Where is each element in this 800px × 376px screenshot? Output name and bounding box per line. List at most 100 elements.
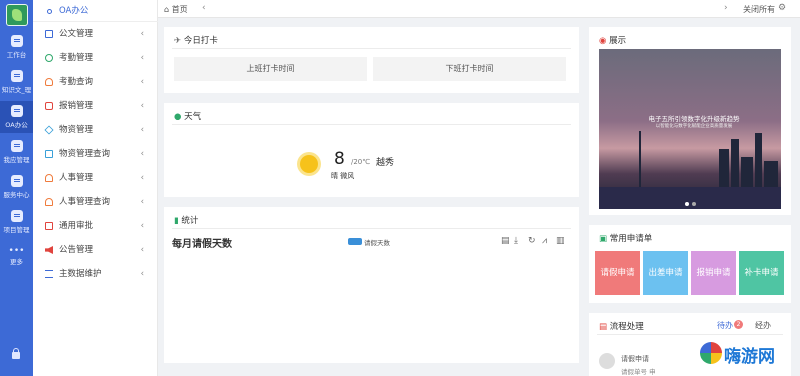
legend-swatch[interactable] [348,238,362,245]
rail-item-oa[interactable]: OA办公 [0,101,33,133]
money-icon [45,102,53,110]
temperature-range: /20℃ [351,158,371,166]
bar-chart-icon: ▮ [174,216,179,226]
tab-home[interactable]: ⌂ 首页 [164,4,188,15]
home-icon: ⌂ [164,5,170,14]
person-search-icon [45,198,53,206]
menu-item-hr[interactable]: 人事管理 ‹ [33,167,158,189]
chevron-left-icon: ‹ [140,269,144,279]
avatar [599,353,615,369]
divider [33,21,158,22]
todo-count-badge: 2 [734,320,743,329]
chevron-left-icon: ‹ [140,221,144,231]
chevron-left-icon: ‹ [140,125,144,135]
more-icon: ••• [8,246,25,256]
menu-item-supplies[interactable]: 物资管理 ‹ [33,119,158,141]
rail-item-more[interactable]: ••• 更多 [0,244,33,276]
divider [597,334,783,335]
menu-item-master-data[interactable]: 主数据维护 ‹ [33,263,158,285]
leave-apply-button[interactable]: 请假申请 [595,251,640,295]
lock-icon[interactable] [12,348,20,359]
menu-item-reimburse[interactable]: 报销管理 ‹ [33,95,158,117]
showcase-headline: 电子五所引领数字化升级新趋势 [648,115,740,123]
menu-item-attendance-query[interactable]: 考勤查询 ‹ [33,71,158,93]
rail-item-workbench[interactable]: 工作台 [0,31,33,63]
card-title: ▣ 常用申请单 [599,234,653,244]
chevron-left-icon: ‹ [140,101,144,111]
project-icon [10,210,23,222]
line-chart-icon[interactable]: ⩘ [542,236,547,246]
rail-item-manage[interactable]: 我应管理 [0,136,33,168]
approve-icon [45,222,53,230]
carousel-dot[interactable] [692,202,696,206]
box-search-icon [45,150,53,158]
divider [172,124,571,125]
menu-item-supplies-query[interactable]: 物资管理查询 ‹ [33,143,158,165]
trip-apply-button[interactable]: 出差申请 [643,251,688,295]
tab-scroll-right-button[interactable]: › [724,3,728,13]
send-icon: ✈ [174,36,182,46]
menu-item-approval[interactable]: 通用审批 ‹ [33,215,158,237]
process-item-title[interactable]: 请假申请 [621,354,649,364]
rail-item-service[interactable]: 服务中心 [0,171,33,203]
showcase-subtitle: 以智能化与数字化赋能企业高质量发展 [655,124,733,129]
clock-in-card: ✈ 今日打卡 上班打卡时间 下班打卡时间 [164,27,579,93]
rail-item-knowledge[interactable]: 知识文_理 [0,66,33,98]
tab-done[interactable]: 经办 [755,320,771,331]
building [731,139,739,187]
refresh-icon[interactable]: ↻ [528,236,536,246]
eye-icon: ◉ [599,36,607,46]
showcase-card: ◉ 展示 电子五所引领数字化升级新趋势 以智能化与数字化赋能企业高质量发展 [589,27,791,215]
carousel-dot[interactable] [685,202,689,206]
dot-icon [47,9,52,14]
clock-icon [45,54,53,62]
building [719,149,729,187]
person-icon [45,174,53,182]
clock-fix-apply-button[interactable]: 补卡申请 [739,251,784,295]
close-all-button[interactable]: 关闭所有 [743,4,775,15]
menu-item-notice[interactable]: 公告管理 ‹ [33,239,158,261]
chevron-left-icon: ‹ [140,29,144,39]
common-apps-card: ▣ 常用申请单 请假申请 出差申请 报销申请 补卡申请 [589,225,791,303]
menu-item-attendance[interactable]: 考勤管理 ‹ [33,47,158,69]
chart-title: 每月请假天数 [172,239,232,250]
download-icon[interactable]: ⤓ [514,236,518,246]
watermark-logo-icon [700,342,722,364]
card-title: ▮ 统计 [174,216,199,226]
tower [639,131,641,187]
card-title: ● 天气 [174,112,202,122]
data-view-icon[interactable]: ▤ [501,236,510,246]
bar-chart-switch-icon[interactable]: ▥ [556,236,565,246]
temperature: 8 [334,149,345,169]
card-title: ✈ 今日打卡 [174,36,218,46]
side-menu: OA办公 公文管理 ‹ 考勤管理 ‹ 考勤查询 ‹ 报销管理 ‹ 物资管理 ‹ 物资管理查… [33,0,158,376]
flow-icon: ▤ [599,322,608,332]
chevron-left-icon: ‹ [140,245,144,255]
menu-item-hr-query[interactable]: 人事管理查询 ‹ [33,191,158,213]
tab-bar: ⌂ 首页 ‹ › 关闭所有 ⚙ [158,0,800,18]
rail-item-project[interactable]: 项目管理 [0,206,33,238]
gear-icon[interactable]: ⚙ [778,3,786,13]
data-icon [45,270,53,278]
box-icon [44,125,54,135]
chevron-left-icon: ‹ [140,149,144,159]
location-icon: ● [174,112,182,122]
watermark-text: 嗨游网 [724,347,775,367]
showcase-image[interactable]: 电子五所引领数字化升级新趋势 以智能化与数字化赋能企业高质量发展 [599,49,781,209]
building [741,157,753,187]
weather-desc: 晴 微风 [331,172,355,180]
menu-item-document[interactable]: 公文管理 ‹ [33,23,158,45]
tab-todo[interactable]: 待办 [717,320,733,331]
reimburse-apply-button[interactable]: 报销申请 [691,251,736,295]
clock-out-button[interactable]: 下班打卡时间 [373,57,566,81]
process-item-subtitle: 请假单号 申 [621,368,656,376]
notice-icon [45,246,53,254]
tab-scroll-left-button[interactable]: ‹ [202,3,206,13]
legend-label[interactable]: 请假天数 [364,237,390,247]
clock-in-button[interactable]: 上班打卡时间 [174,57,367,81]
weather-card: ● 天气 8 /20℃ 越秀 晴 微风 [164,103,579,197]
watermark: 嗨游网 [700,338,800,376]
menu-item-oa[interactable]: OA办公 [33,0,158,22]
chevron-left-icon: ‹ [140,53,144,63]
doc-icon [45,30,53,38]
